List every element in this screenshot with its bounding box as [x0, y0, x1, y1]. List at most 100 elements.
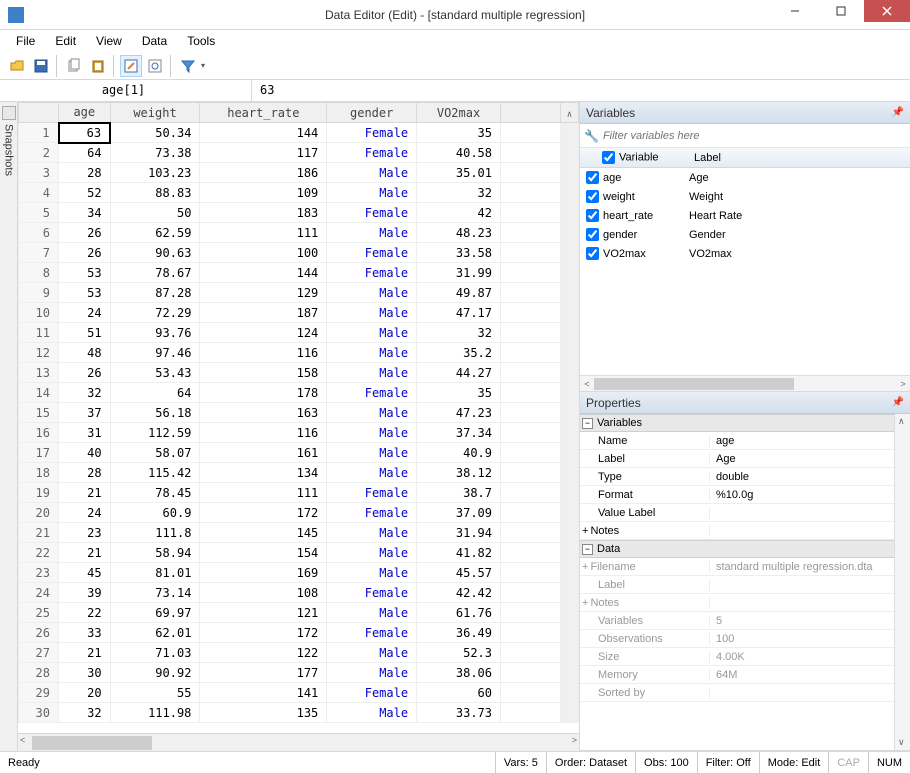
- vscroll-track[interactable]: [561, 283, 579, 303]
- cell-age[interactable]: 26: [59, 363, 111, 383]
- cell-age[interactable]: 21: [59, 483, 111, 503]
- cell-heart-rate[interactable]: 186: [200, 163, 327, 183]
- cell-gender[interactable]: Male: [327, 543, 417, 563]
- cell-heart-rate[interactable]: 129: [200, 283, 327, 303]
- cell-gender[interactable]: Female: [327, 203, 417, 223]
- cell-weight[interactable]: 88.83: [110, 183, 200, 203]
- cell-vo2max[interactable]: 42: [417, 203, 501, 223]
- cell-weight[interactable]: 78.67: [110, 263, 200, 283]
- cell-weight[interactable]: 62.01: [110, 623, 200, 643]
- cell-weight[interactable]: 72.29: [110, 303, 200, 323]
- cell-weight[interactable]: 90.92: [110, 663, 200, 683]
- column-header[interactable]: weight: [110, 103, 200, 123]
- vscroll-track[interactable]: [561, 363, 579, 383]
- cell-age[interactable]: 51: [59, 323, 111, 343]
- row-number[interactable]: 8: [19, 263, 59, 283]
- cell-age[interactable]: 32: [59, 383, 111, 403]
- column-header[interactable]: heart_rate: [200, 103, 327, 123]
- cell-vo2max[interactable]: 44.27: [417, 363, 501, 383]
- vscroll-track[interactable]: [561, 123, 579, 143]
- cell-heart-rate[interactable]: 111: [200, 223, 327, 243]
- column-header[interactable]: VO2max: [417, 103, 501, 123]
- cell-weight[interactable]: 87.28: [110, 283, 200, 303]
- cell-gender[interactable]: Male: [327, 643, 417, 663]
- row-number[interactable]: 18: [19, 463, 59, 483]
- cell-weight[interactable]: 58.94: [110, 543, 200, 563]
- cell-gender[interactable]: Female: [327, 623, 417, 643]
- vscroll-track[interactable]: [561, 223, 579, 243]
- cell-heart-rate[interactable]: 187: [200, 303, 327, 323]
- prop-row[interactable]: Memory64M: [580, 666, 894, 684]
- variable-checkbox[interactable]: [586, 209, 599, 222]
- cell-vo2max[interactable]: 47.17: [417, 303, 501, 323]
- header-variable[interactable]: Variable: [619, 151, 659, 163]
- vscroll-track[interactable]: [561, 403, 579, 423]
- prop-row[interactable]: +Notes: [580, 594, 894, 612]
- data-grid[interactable]: age weight heart_rate gender VO2max ∧ 16…: [18, 102, 579, 733]
- cell-gender[interactable]: Male: [327, 303, 417, 323]
- pin-icon[interactable]: 📌: [892, 107, 904, 118]
- cell-age[interactable]: 48: [59, 343, 111, 363]
- vscroll-track[interactable]: [561, 343, 579, 363]
- vscroll-track[interactable]: [561, 603, 579, 623]
- column-header[interactable]: age: [59, 103, 111, 123]
- cell-age[interactable]: 22: [59, 603, 111, 623]
- cell-heart-rate[interactable]: 145: [200, 523, 327, 543]
- vscroll-track[interactable]: [561, 523, 579, 543]
- prop-row[interactable]: Sorted by: [580, 684, 894, 702]
- variable-row[interactable]: weightWeight: [580, 187, 910, 206]
- vscroll-track[interactable]: [561, 143, 579, 163]
- vscroll-track[interactable]: [561, 623, 579, 643]
- cell-weight[interactable]: 111.98: [110, 703, 200, 723]
- cell-age[interactable]: 52: [59, 183, 111, 203]
- variable-checkbox[interactable]: [586, 190, 599, 203]
- paste-icon[interactable]: [87, 55, 109, 77]
- cell-heart-rate[interactable]: 172: [200, 623, 327, 643]
- cell-vo2max[interactable]: 38.12: [417, 463, 501, 483]
- cell-vo2max[interactable]: 61.76: [417, 603, 501, 623]
- vscroll-track[interactable]: [561, 443, 579, 463]
- cell-age[interactable]: 37: [59, 403, 111, 423]
- vscroll-track[interactable]: [561, 543, 579, 563]
- row-number[interactable]: 1: [19, 123, 59, 143]
- cell-heart-rate[interactable]: 183: [200, 203, 327, 223]
- vscroll-track[interactable]: [561, 703, 579, 723]
- cell-age[interactable]: 39: [59, 583, 111, 603]
- cell-age[interactable]: 53: [59, 263, 111, 283]
- cell-weight[interactable]: 90.63: [110, 243, 200, 263]
- cell-weight[interactable]: 73.38: [110, 143, 200, 163]
- cell-gender[interactable]: Female: [327, 123, 417, 143]
- prop-row[interactable]: LabelAge: [580, 450, 894, 468]
- maximize-button[interactable]: [818, 0, 864, 22]
- variable-checkbox[interactable]: [586, 247, 599, 260]
- cell-heart-rate[interactable]: 121: [200, 603, 327, 623]
- cell-name[interactable]: age[1]: [0, 80, 252, 101]
- browse-mode-icon[interactable]: [144, 55, 166, 77]
- open-icon[interactable]: [6, 55, 28, 77]
- prop-row[interactable]: Variables5: [580, 612, 894, 630]
- save-icon[interactable]: [30, 55, 52, 77]
- cell-vo2max[interactable]: 49.87: [417, 283, 501, 303]
- cell-gender[interactable]: Male: [327, 163, 417, 183]
- dropdown-icon[interactable]: ▾: [201, 61, 209, 70]
- cell-weight[interactable]: 50.34: [110, 123, 200, 143]
- cell-heart-rate[interactable]: 122: [200, 643, 327, 663]
- cell-heart-rate[interactable]: 141: [200, 683, 327, 703]
- cell-vo2max[interactable]: 47.23: [417, 403, 501, 423]
- cell-age[interactable]: 34: [59, 203, 111, 223]
- cell-age[interactable]: 21: [59, 543, 111, 563]
- cell-age[interactable]: 28: [59, 163, 111, 183]
- variable-row[interactable]: VO2maxVO2max: [580, 244, 910, 263]
- cell-heart-rate[interactable]: 124: [200, 323, 327, 343]
- cell-vo2max[interactable]: 35.01: [417, 163, 501, 183]
- cell-heart-rate[interactable]: 163: [200, 403, 327, 423]
- cell-heart-rate[interactable]: 109: [200, 183, 327, 203]
- menu-data[interactable]: Data: [134, 32, 175, 50]
- vscroll-track[interactable]: [561, 663, 579, 683]
- menu-view[interactable]: View: [88, 32, 130, 50]
- cell-age[interactable]: 21: [59, 643, 111, 663]
- cell-gender[interactable]: Male: [327, 563, 417, 583]
- cell-vo2max[interactable]: 52.3: [417, 643, 501, 663]
- cell-vo2max[interactable]: 38.06: [417, 663, 501, 683]
- cell-gender[interactable]: Male: [327, 403, 417, 423]
